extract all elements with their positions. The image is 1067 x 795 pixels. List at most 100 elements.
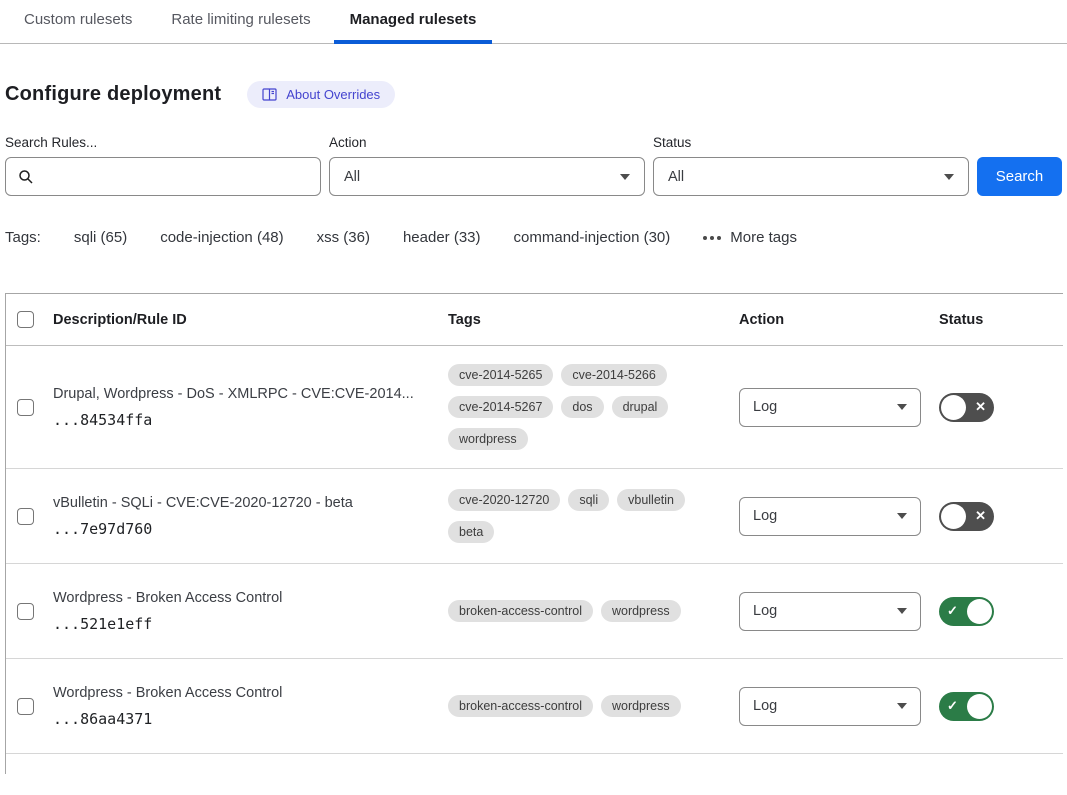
row-checkbox[interactable] <box>17 698 34 715</box>
rule-action-value: Log <box>753 698 777 714</box>
search-box[interactable] <box>5 157 321 196</box>
rule-action-cell: Log <box>739 388 939 427</box>
tag-pill[interactable]: dos <box>561 396 603 418</box>
table-row: vBulletin - SQLi - CVE:CVE-2020-12720 - … <box>6 469 1063 564</box>
rule-action-cell: Log <box>739 592 939 631</box>
rule-action-cell: Log <box>739 687 939 726</box>
row-checkbox[interactable] <box>17 603 34 620</box>
tag-pill[interactable]: cve-2014-5267 <box>448 396 553 418</box>
row-checkbox[interactable] <box>17 399 34 416</box>
rule-action-cell: Log <box>739 497 939 536</box>
rule-tags-cell: broken-access-control wordpress <box>448 600 739 622</box>
ellipsis-icon <box>703 236 721 240</box>
ruleset-tabbar: Custom rulesets Rate limiting rulesets M… <box>0 0 1067 44</box>
rule-enabled-toggle[interactable]: ✕ <box>939 502 994 531</box>
rule-status-cell: ✕ <box>939 502 1063 531</box>
tag-pill[interactable]: cve-2014-5265 <box>448 364 553 386</box>
tab[interactable]: Rate limiting rulesets <box>155 0 326 44</box>
more-tags-label: More tags <box>730 229 797 246</box>
status-filter-select[interactable]: All <box>653 157 969 196</box>
rule-tags-cell: broken-access-control wordpress <box>448 695 739 717</box>
page-title: Configure deployment <box>5 83 221 106</box>
column-header-action: Action <box>739 312 939 328</box>
search-icon <box>18 169 34 185</box>
more-tags-button[interactable]: More tags <box>703 229 797 246</box>
rule-description: Wordpress - Broken Access Control <box>53 590 448 606</box>
tag-pill[interactable]: beta <box>448 521 494 543</box>
column-header-tags: Tags <box>448 312 739 328</box>
rule-action-select[interactable]: Log <box>739 687 921 726</box>
tags-bar: Tags: sqli (65) code-injection (48) xss … <box>5 229 1063 246</box>
rule-id: ...86aa4371 <box>53 710 448 728</box>
rule-enabled-toggle[interactable]: ✕ <box>939 393 994 422</box>
search-input[interactable] <box>43 169 310 185</box>
tag-filter-link[interactable]: header (33) <box>403 229 481 246</box>
tag-filter-link[interactable]: command-injection (30) <box>514 229 671 246</box>
heading-row: Configure deployment About Overrides <box>5 81 1063 108</box>
search-button[interactable]: Search <box>977 157 1062 196</box>
select-all-checkbox[interactable] <box>17 311 34 328</box>
rule-description-cell: Drupal, Wordpress - DoS - XMLRPC - CVE:C… <box>53 386 448 429</box>
rule-action-value: Log <box>753 603 777 619</box>
rule-id: ...521e1eff <box>53 615 448 633</box>
action-filter-field: Action All <box>329 135 645 196</box>
column-header-description: Description/Rule ID <box>53 312 448 328</box>
tag-pill[interactable]: cve-2020-12720 <box>448 489 560 511</box>
tag-pill[interactable]: wordpress <box>601 600 681 622</box>
tag-pill[interactable]: broken-access-control <box>448 600 593 622</box>
tag-filter-link[interactable]: sqli (65) <box>74 229 127 246</box>
chevron-down-icon <box>944 174 954 180</box>
filter-row: Search Rules... Action All Status All <box>5 135 1063 196</box>
rule-description-cell: Wordpress - Broken Access Control ...521… <box>53 590 448 633</box>
tag-pill[interactable]: sqli <box>568 489 609 511</box>
toggle-state-icon: ✓ <box>947 604 958 617</box>
status-filter-value: All <box>668 169 684 185</box>
rule-enabled-toggle[interactable]: ✓ <box>939 692 994 721</box>
table-row: Wordpress - Broken Access Control ...521… <box>6 564 1063 659</box>
toggle-state-icon: ✕ <box>975 400 986 413</box>
tag-pill[interactable]: broken-access-control <box>448 695 593 717</box>
chevron-down-icon <box>897 703 907 709</box>
tag-pill[interactable]: vbulletin <box>617 489 685 511</box>
toggle-state-icon: ✕ <box>975 509 986 522</box>
toggle-knob <box>941 504 966 529</box>
rule-description: vBulletin - SQLi - CVE:CVE-2020-12720 - … <box>53 495 448 511</box>
rule-tags-cell: cve-2014-5265 cve-2014-5266 cve-2014-526… <box>448 364 739 450</box>
chevron-down-icon <box>897 608 907 614</box>
row-checkbox[interactable] <box>17 508 34 525</box>
tab[interactable]: Managed rulesets <box>334 0 493 44</box>
action-filter-value: All <box>344 169 360 185</box>
rule-enabled-toggle[interactable]: ✓ <box>939 597 994 626</box>
status-filter-label: Status <box>653 135 969 150</box>
tags-bar-label: Tags: <box>5 229 41 246</box>
rule-status-cell: ✓ <box>939 597 1063 626</box>
chevron-down-icon <box>620 174 630 180</box>
rule-description: Wordpress - Broken Access Control <box>53 685 448 701</box>
rule-action-select[interactable]: Log <box>739 497 921 536</box>
rules-table: Description/Rule ID Tags Action Status D… <box>5 293 1063 774</box>
action-filter-label: Action <box>329 135 645 150</box>
tag-filter-link[interactable]: xss (36) <box>317 229 370 246</box>
rule-action-value: Log <box>753 508 777 524</box>
chevron-down-icon <box>897 404 907 410</box>
table-header-row: Description/Rule ID Tags Action Status <box>6 294 1063 346</box>
rule-action-select[interactable]: Log <box>739 388 921 427</box>
rule-description-cell: Wordpress - Broken Access Control ...86a… <box>53 685 448 728</box>
rule-action-select[interactable]: Log <box>739 592 921 631</box>
about-overrides-badge[interactable]: About Overrides <box>247 81 395 108</box>
tag-pill[interactable]: drupal <box>612 396 669 418</box>
action-filter-select[interactable]: All <box>329 157 645 196</box>
tag-pill[interactable]: cve-2014-5266 <box>561 364 666 386</box>
table-row: Drupal, Wordpress - DoS - XMLRPC - CVE:C… <box>6 346 1063 469</box>
rule-action-value: Log <box>753 399 777 415</box>
rule-id: ...7e97d760 <box>53 520 448 538</box>
table-row: Wordpress - Broken Access Control ...86a… <box>6 659 1063 754</box>
tab[interactable]: Custom rulesets <box>8 0 148 44</box>
rule-tags-cell: cve-2020-12720 sqli vbulletin beta <box>448 489 739 543</box>
column-header-status: Status <box>939 312 1063 328</box>
tag-pill[interactable]: wordpress <box>601 695 681 717</box>
tag-pill[interactable]: wordpress <box>448 428 528 450</box>
rule-status-cell: ✕ <box>939 393 1063 422</box>
toggle-knob <box>941 395 966 420</box>
tag-filter-link[interactable]: code-injection (48) <box>160 229 283 246</box>
